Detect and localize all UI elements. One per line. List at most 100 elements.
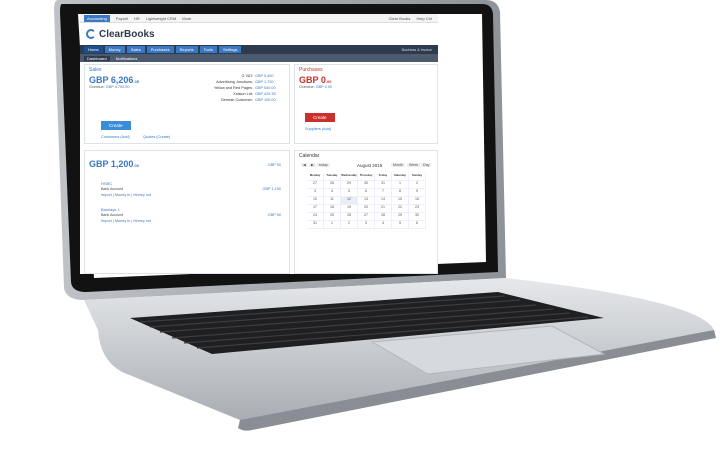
nav-home[interactable]: Home xyxy=(84,46,103,53)
calendar-next-icon[interactable]: ▶ xyxy=(309,163,316,167)
customers-add-link[interactable]: Customers (Add) xyxy=(101,135,130,139)
sales-line-value[interactable]: GBP 100.00 xyxy=(253,97,277,103)
bank-account-actions[interactable]: Import | Money in | Money out xyxy=(101,219,151,223)
calendar-day-cell[interactable]: 20 xyxy=(358,205,375,213)
calendar-day-cell[interactable]: 6 xyxy=(358,189,375,197)
sales-line-label: Xelsion Ltd: xyxy=(233,92,253,96)
calendar-view-day[interactable]: Day xyxy=(421,163,432,167)
calendar-day-cell[interactable]: 28 xyxy=(375,213,392,221)
nav-money[interactable]: Money xyxy=(104,46,125,53)
calendar-view-month[interactable]: Month xyxy=(391,163,405,167)
bank-account-hsbc[interactable]: HSBC xyxy=(101,181,112,186)
sales-create-button[interactable]: Create xyxy=(101,121,131,130)
calendar-day-cell[interactable]: 9 xyxy=(409,189,426,197)
calendar-day-cell[interactable]: 17 xyxy=(307,205,324,213)
help-link[interactable]: Need help? xyxy=(411,54,430,58)
calendar-day-cell[interactable]: 30 xyxy=(409,213,426,221)
calendar-panel: Calendar ◀ ▶ today August 2015 Month Wee… xyxy=(294,150,438,274)
brand-header: ClearBooks xyxy=(80,23,438,45)
calendar-day-cell[interactable]: 11 xyxy=(324,197,341,205)
nav-purchases[interactable]: Purchases xyxy=(146,46,174,53)
quotes-create-link[interactable]: Quotes (Create) xyxy=(143,135,170,139)
calendar-title: Calendar xyxy=(299,153,320,159)
calendar-day-cell[interactable]: 25 xyxy=(324,213,341,221)
purchases-panel: Purchases GBP 0.00 Overdue: GBP 0.00 Cre… xyxy=(294,64,438,144)
sales-overdue-value[interactable]: GBP 4,700.00 xyxy=(106,85,130,89)
calendar-day-cell[interactable]: 27 xyxy=(358,213,375,221)
calendar-day-cell[interactable]: 1 xyxy=(392,181,409,189)
clearbooks-logo-icon xyxy=(86,29,96,39)
calendar-day-cell[interactable]: 10 xyxy=(307,197,324,205)
laptop-mockup: Accounting Payroll HR Lightweight CRM Mo… xyxy=(0,0,728,451)
subnav-dashboard[interactable]: Dashboard xyxy=(84,55,110,61)
calendar-day-cell[interactable]: 28 xyxy=(324,181,341,189)
purchases-title: Purchases xyxy=(299,67,323,73)
bank-panel: GBP 1,200.00 GBP 50 HSBC Bank Account GB… xyxy=(84,150,290,274)
bank-total: GBP 1,200.00 xyxy=(85,151,289,169)
topbar-tab-crm[interactable]: Lightweight CRM xyxy=(146,16,176,21)
bank-account-value[interactable]: GBP 50 xyxy=(268,213,281,217)
purchases-total-minor: .00 xyxy=(325,79,332,84)
bank-account-barclays[interactable]: Barclays 1 xyxy=(101,207,120,212)
calendar-day-cell[interactable]: 27 xyxy=(307,181,324,189)
calendar-day-cell[interactable]: 5 xyxy=(392,221,409,229)
purchases-overdue-value[interactable]: GBP 0.00 xyxy=(316,85,332,89)
topbar-tab-accounting[interactable]: Accounting xyxy=(84,14,110,22)
calendar-today-button[interactable]: today xyxy=(317,163,330,167)
calendar-day-cell[interactable]: 6 xyxy=(409,221,426,229)
nav-account-link[interactable]: Business & Invoice xyxy=(402,48,438,52)
nav-tools[interactable]: Tools xyxy=(199,46,217,53)
bank-account-actions[interactable]: Import | Money in | Money out xyxy=(101,193,151,197)
calendar-day-cell[interactable]: 18 xyxy=(324,205,341,213)
calendar-day-cell[interactable]: 2 xyxy=(409,181,426,189)
calendar-day-cell[interactable]: 23 xyxy=(409,205,426,213)
calendar-day-cell[interactable]: 31 xyxy=(375,181,392,189)
calendar-view-week[interactable]: Week xyxy=(407,163,421,167)
calendar-day-cell[interactable]: 4 xyxy=(375,221,392,229)
calendar-day-cell[interactable]: 8 xyxy=(392,189,409,197)
purchases-total-major: GBP 0 xyxy=(299,75,326,85)
bank-total-right[interactable]: GBP 50 xyxy=(268,163,281,167)
nav-sales[interactable]: Sales xyxy=(126,46,145,53)
topbar-help-menu[interactable]: Help Ctrl xyxy=(416,16,438,21)
calendar-day-cell[interactable]: 26 xyxy=(341,213,358,221)
topbar-tab-hr[interactable]: HR xyxy=(134,16,140,21)
sales-line-label: Yellow and Red Pages: xyxy=(213,86,253,90)
topbar-tab-more[interactable]: More xyxy=(182,16,191,21)
calendar-prev-icon[interactable]: ◀ xyxy=(301,163,308,167)
calendar-day-cell[interactable]: 16 xyxy=(409,197,426,205)
calendar-day-cell[interactable]: 7 xyxy=(375,189,392,197)
calendar-day-cell[interactable]: 29 xyxy=(341,181,358,189)
calendar-day-cell[interactable]: 24 xyxy=(307,213,324,221)
calendar-day-cell[interactable]: 31 xyxy=(307,221,324,229)
calendar-day-cell[interactable]: 19 xyxy=(341,205,358,213)
topbar-tab-payroll[interactable]: Payroll xyxy=(116,16,128,21)
topbar-org-menu[interactable]: Clear Books xyxy=(389,16,411,21)
calendar-day-header: Wednesday xyxy=(341,173,358,181)
calendar-day-cell[interactable]: 3 xyxy=(358,221,375,229)
calendar-day-cell[interactable]: 14 xyxy=(375,197,392,205)
bank-total-major: GBP 1,200 xyxy=(89,159,134,169)
calendar-day-cell[interactable]: 30 xyxy=(358,181,375,189)
bank-account-value[interactable]: GBP 1,150 xyxy=(262,187,281,191)
calendar-day-cell[interactable]: 1 xyxy=(324,221,341,229)
calendar-day-header: Tuesday xyxy=(324,173,341,181)
calendar-grid: Monday Tuesday Wednesday Thursday Friday Satu… xyxy=(307,173,426,229)
purchases-create-button[interactable]: Create xyxy=(305,113,335,122)
calendar-day-cell[interactable]: 2 xyxy=(341,221,358,229)
calendar-month-label: August 2015 xyxy=(357,163,383,168)
calendar-day-cell[interactable]: 29 xyxy=(392,213,409,221)
nav-reports[interactable]: Reports xyxy=(175,46,198,53)
calendar-day-cell[interactable]: 22 xyxy=(392,205,409,213)
calendar-day-cell[interactable]: 13 xyxy=(358,197,375,205)
subnav-notifications[interactable]: Notifications xyxy=(113,56,141,61)
calendar-day-cell[interactable]: 15 xyxy=(392,197,409,205)
calendar-day-cell[interactable]: 3 xyxy=(307,189,324,197)
calendar-day-header: Thursday xyxy=(358,173,375,181)
suppliers-add-link[interactable]: Suppliers (Add) xyxy=(305,127,331,131)
calendar-day-cell[interactable]: 12 xyxy=(341,197,358,205)
nav-settings[interactable]: Settings xyxy=(218,46,242,53)
calendar-day-cell[interactable]: 21 xyxy=(375,205,392,213)
calendar-day-cell[interactable]: 5 xyxy=(341,189,358,197)
calendar-day-cell[interactable]: 4 xyxy=(324,189,341,197)
